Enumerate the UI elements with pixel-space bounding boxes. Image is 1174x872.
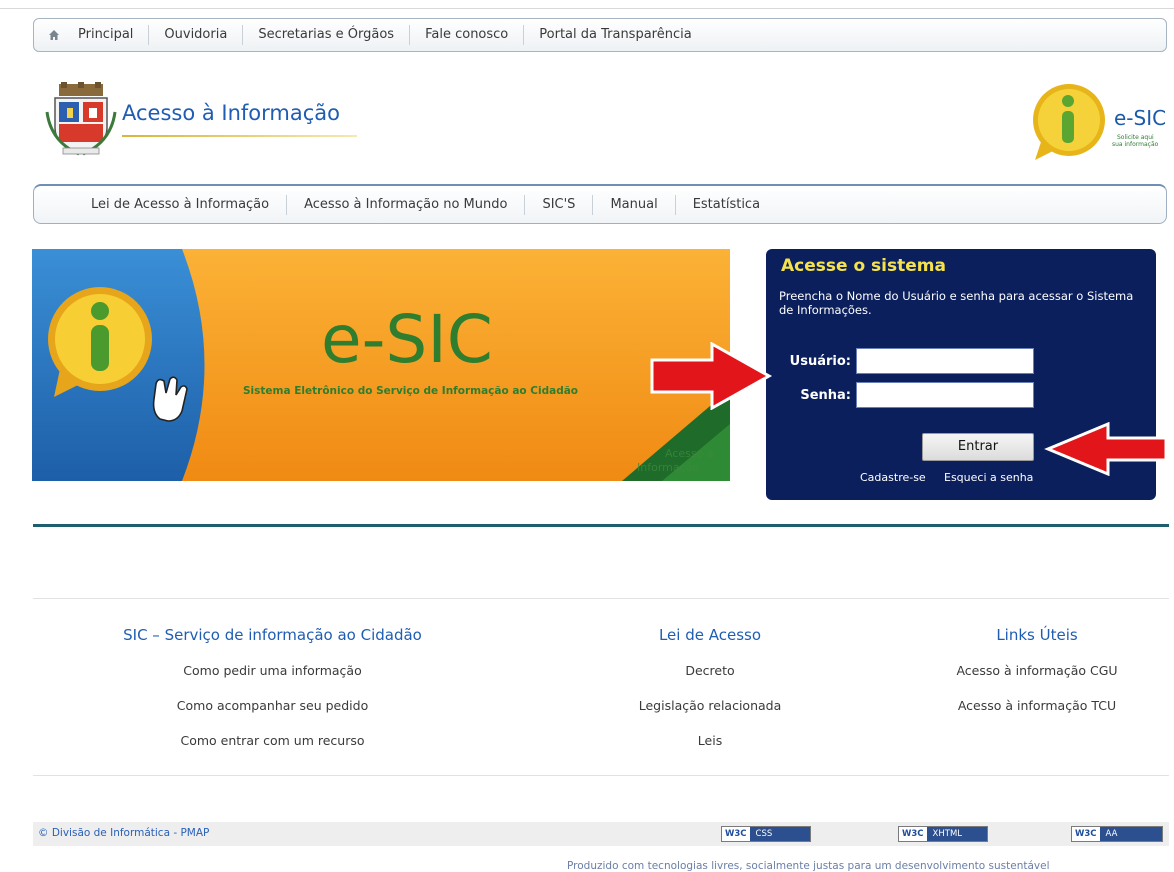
password-label: Senha:	[800, 388, 851, 403]
site-title[interactable]: Acesso à Informação	[122, 101, 340, 125]
w3c-xhtml-mark: W3C	[899, 827, 927, 841]
nav-acesso-mundo[interactable]: Acesso à Informação no Mundo	[286, 194, 524, 215]
nav-lei-acesso[interactable]: Lei de Acesso à Informação	[76, 195, 286, 215]
footer-link-legislacao[interactable]: Legislação relacionada	[610, 696, 810, 716]
footer-link-leis[interactable]: Leis	[610, 731, 810, 751]
nav-fale-conosco[interactable]: Fale conosco	[409, 25, 523, 45]
nav-ouvidoria[interactable]: Ouvidoria	[148, 25, 242, 45]
w3c-css-mark: W3C	[722, 827, 750, 841]
username-label: Usuário:	[789, 354, 851, 369]
banner-title: e-SIC	[321, 301, 493, 378]
w3c-css-label: CSS	[749, 827, 810, 841]
w3c-aa-label: AA	[1099, 827, 1162, 841]
password-input[interactable]	[856, 382, 1034, 408]
nav-estatistica[interactable]: Estatística	[674, 194, 777, 215]
footer-link-pedir-informacao[interactable]: Como pedir uma informação	[100, 661, 445, 681]
nav-portal-transparencia[interactable]: Portal da Transparência	[523, 25, 706, 45]
footer-heading-sic: SIC – Serviço de informação ao Cidadão	[123, 626, 422, 644]
esic-logo-tagline-1: Solicite aqui	[1117, 134, 1154, 141]
banner-corner-line-1: Acesso à	[665, 447, 714, 460]
footer-column-lei: Lei de Acesso Decreto Legislação relacio…	[610, 626, 810, 751]
esic-logo[interactable]: e-SIC Solicite aqui sua informação	[1027, 80, 1167, 164]
footer-link-tcu[interactable]: Acesso à informação TCU	[937, 696, 1137, 716]
login-title: Acesse o sistema	[781, 256, 946, 276]
section-nav: Lei de Acesso à Informação Acesso à Info…	[33, 184, 1167, 224]
register-link[interactable]: Cadastre-se	[860, 471, 926, 484]
footer-link-acompanhar-pedido[interactable]: Como acompanhar seu pedido	[100, 696, 445, 716]
copyright-text[interactable]: © Divisão de Informática - PMAP	[38, 827, 209, 839]
footer-link-cgu[interactable]: Acesso à informação CGU	[937, 661, 1137, 681]
login-submit-button[interactable]: Entrar	[922, 433, 1034, 461]
red-arrow-submit-icon	[1044, 422, 1168, 476]
forgot-password-link[interactable]: Esqueci a senha	[944, 471, 1033, 484]
nav-secretarias[interactable]: Secretarias e Órgãos	[242, 25, 409, 45]
nav-manual[interactable]: Manual	[592, 194, 674, 215]
nav-principal[interactable]: Principal	[74, 25, 148, 45]
username-input[interactable]	[856, 348, 1034, 374]
w3c-xhtml-label: XHTML	[926, 827, 987, 841]
footer-bottom-divider	[33, 775, 1169, 776]
footer-tagline: Produzido com tecnologias livres, social…	[567, 860, 1050, 872]
red-arrow-username-icon	[650, 342, 773, 410]
top-nav: Principal Ouvidoria Secretarias e Órgãos…	[33, 18, 1167, 52]
footer-top-divider	[33, 598, 1169, 599]
w3c-xhtml-badge[interactable]: W3C XHTML	[898, 826, 988, 842]
footer-link-recurso[interactable]: Como entrar com um recurso	[100, 731, 445, 751]
esic-banner: e-SIC Sistema Eletrônico do Serviço de I…	[32, 249, 730, 481]
esic-logo-tagline-2: sua informação	[1112, 141, 1159, 148]
top-divider	[0, 8, 1174, 9]
w3c-aa-badge[interactable]: W3C AA	[1071, 826, 1163, 842]
w3c-css-badge[interactable]: W3C CSS	[721, 826, 811, 842]
section-divider	[33, 524, 1169, 527]
copyright-bar: © Divisão de Informática - PMAP W3C CSS …	[33, 822, 1169, 846]
nav-sics[interactable]: SIC'S	[524, 194, 592, 215]
footer-heading-lei: Lei de Acesso	[658, 626, 762, 644]
title-underline	[122, 135, 357, 137]
footer-heading-links: Links Úteis	[996, 626, 1078, 644]
w3c-aa-mark: W3C	[1072, 827, 1100, 841]
banner-subtitle: Sistema Eletrônico do Serviço de Informa…	[243, 385, 578, 397]
home-icon[interactable]	[34, 29, 74, 41]
esic-logo-text: e-SIC	[1114, 106, 1166, 130]
login-description: Preencha o Nome do Usuário e senha para …	[779, 289, 1134, 317]
footer-column-sic: SIC – Serviço de informação ao Cidadão C…	[100, 626, 445, 751]
banner-corner-line-2: Informação	[637, 461, 699, 474]
footer-column-links: Links Úteis Acesso à informação CGU Aces…	[937, 626, 1137, 716]
footer-link-decreto[interactable]: Decreto	[610, 661, 810, 681]
city-coat-of-arms	[45, 82, 117, 158]
